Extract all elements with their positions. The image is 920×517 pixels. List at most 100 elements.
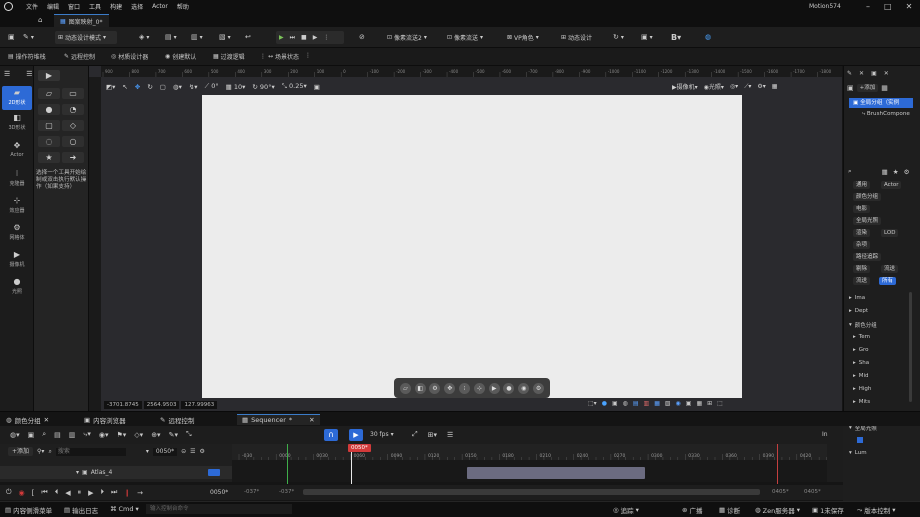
view-end-a[interactable]: 0405* <box>772 489 789 495</box>
tab-sequencer[interactable]: ▦ Sequencer * ✕ <box>237 414 320 425</box>
home-icon[interactable]: ⌂ <box>38 16 42 24</box>
prop-depth[interactable]: ▸ Dept <box>849 308 868 314</box>
realtime-icon[interactable]: ⟋▾ <box>744 83 751 91</box>
parallelogram-icon[interactable]: ▱ <box>38 88 60 99</box>
rail-cloner[interactable]: ⁝ 克隆器 <box>2 170 32 188</box>
tab-content-browser[interactable]: ▣ 内容浏览器 <box>84 414 126 425</box>
snap-icon[interactable]: ▦ <box>696 400 702 407</box>
play-options-icon[interactable]: ▶ <box>313 34 318 41</box>
eye-icon[interactable]: ◉▾ <box>99 431 109 439</box>
zen-server-button[interactable]: ◍ Zen服务器 ▾ <box>755 505 800 515</box>
cloner-tool-icon[interactable]: ⁝ <box>459 382 471 394</box>
actor-tool-icon[interactable]: ✥ <box>444 382 456 394</box>
pixel-stream-2-button[interactable]: ⊡ 像素流送2 ▾ <box>384 31 430 44</box>
power-icon[interactable]: ⏻ <box>6 488 12 497</box>
close-icon[interactable]: ✕ <box>884 70 889 77</box>
mode-select-icon[interactable]: ✎ ▾ <box>20 31 37 44</box>
lock-icon[interactable]: ▣ <box>686 400 692 407</box>
end-marker[interactable] <box>777 444 778 484</box>
motion-design-canvas[interactable] <box>202 95 742 398</box>
undo-icon[interactable]: ↩ <box>242 31 254 44</box>
rotation-snap-value[interactable]: ↻ 90°▾ <box>252 83 274 91</box>
light-tool-icon[interactable]: ● <box>503 382 515 394</box>
world-icon[interactable]: ◍▾ <box>10 431 20 439</box>
platforms-icon[interactable]: ▧ ▾ <box>216 31 234 44</box>
material-designer-button[interactable]: ◎ 材质设计器 <box>111 52 148 61</box>
output-log-button[interactable]: ▤ 输出日志 <box>64 505 98 515</box>
menu-edit[interactable]: 编辑 <box>47 2 59 11</box>
rail-mesh[interactable]: ⚙ 网格体 <box>2 224 32 242</box>
document-tab[interactable]: ▦ 图案映射_0* <box>54 14 109 27</box>
bold-b-icon[interactable]: B▾ <box>668 31 684 44</box>
prop-shadows[interactable]: ▸ Sha <box>853 360 869 366</box>
menu-icon[interactable]: ☰ <box>4 70 10 78</box>
prop-global[interactable]: ▸ Gro <box>853 347 869 353</box>
save-icon[interactable]: ▣ <box>28 431 35 439</box>
layout-grid-icon[interactable]: ▦ <box>772 83 778 90</box>
track-section[interactable] <box>467 467 645 479</box>
more-icon[interactable]: ⋮ <box>323 34 329 41</box>
render-icon[interactable]: ▤ <box>54 431 61 439</box>
grid-view-icon[interactable]: ▦ <box>882 168 888 176</box>
step-back-icon[interactable]: ◀ <box>65 489 70 497</box>
grid-toggle-icon[interactable]: ⊞ <box>707 400 712 407</box>
search-icon[interactable]: ⌕ <box>848 167 852 176</box>
palette-play-icon[interactable]: ▶ <box>38 70 60 81</box>
mode-dropdown[interactable]: ⊞ 动态设计模式 ▾ <box>55 31 117 44</box>
cinematics-icon[interactable]: ▥ ▾ <box>188 31 206 44</box>
menu-tools[interactable]: 工具 <box>89 2 101 11</box>
rail-3d-shapes[interactable]: ◧ 3D形状 <box>2 114 32 132</box>
menu-icon[interactable]: ☰ <box>190 448 195 455</box>
compile-icon[interactable]: ⊘ <box>356 31 368 44</box>
tag-streaming-b[interactable]: 流送 <box>853 277 871 285</box>
checkbox-checked-b[interactable] <box>857 437 863 443</box>
pie-icon[interactable]: ◔ <box>62 104 84 115</box>
rounded-rect-icon[interactable]: ▢ <box>38 120 60 131</box>
outliner-child-item[interactable]: ⤷ BrushCompone <box>862 111 910 118</box>
details-scrollbar[interactable] <box>909 292 912 402</box>
menu-select[interactable]: 选择 <box>131 2 143 11</box>
create-default-button[interactable]: ◉ 创建默认 <box>165 52 196 61</box>
transition-logic-button[interactable]: ▦ 过渡逻辑 <box>213 52 245 61</box>
timeline-vscroll[interactable] <box>827 444 843 482</box>
save-icon[interactable]: ▣ <box>5 31 18 44</box>
maximize-icon[interactable]: □ <box>884 2 892 11</box>
diamond-icon[interactable]: ◇▾ <box>134 431 143 439</box>
layer-icon[interactable]: ▣ <box>612 400 618 407</box>
camera-speed-icon[interactable]: ▣ <box>314 83 320 91</box>
menu-build[interactable]: 构建 <box>110 2 122 11</box>
rotate-icon[interactable]: ↻ <box>147 83 152 91</box>
add-component-button[interactable]: +添加 <box>856 84 879 92</box>
prop-color-group[interactable]: ▾ 颜色分组 <box>849 321 877 329</box>
view-start-a[interactable]: -037* <box>244 489 259 495</box>
play-icon[interactable]: ▶ <box>279 34 284 41</box>
pause-icon[interactable]: ⏸ <box>78 488 82 497</box>
broadcast-button[interactable]: ⊛ 广播 <box>682 505 702 515</box>
tag-culling[interactable]: 剔除 <box>853 265 871 273</box>
list-icon[interactable]: ☰ <box>26 70 32 78</box>
layout-icon[interactable]: ▣ ▾ <box>638 31 656 44</box>
lock-timeline-icon[interactable]: In <box>822 431 828 438</box>
tag-streaming-a[interactable]: 流送 <box>881 265 899 273</box>
start-marker[interactable] <box>287 444 288 484</box>
tag-render[interactable]: 渲染 <box>853 229 871 237</box>
filter-list-icon[interactable]: ▾ <box>146 448 149 455</box>
globe-icon[interactable]: ◍ <box>702 31 714 44</box>
viewport-menu-icon[interactable]: ◩▾ <box>106 83 115 91</box>
scene-state-button[interactable]: ⋮ ↔ 场景状态 <box>260 52 299 61</box>
unsaved-button[interactable]: ▣ 1未保存 <box>812 505 844 515</box>
actor-icon[interactable]: ▣ <box>871 70 877 77</box>
bracket-icon[interactable]: [ <box>32 489 35 497</box>
prop-midtones[interactable]: ▸ Mid <box>853 373 869 379</box>
view-start-b[interactable]: -037* <box>279 489 294 495</box>
loop-icon[interactable]: ⤢ <box>412 430 418 439</box>
play-icon[interactable]: ▶ <box>88 489 93 497</box>
fit-icon[interactable]: ⬚ <box>717 400 723 407</box>
select-icon[interactable]: ↖ <box>122 83 127 91</box>
gear-icon[interactable]: ⚙ <box>200 448 205 455</box>
tag-gi[interactable]: 全局光照 <box>853 217 882 225</box>
marker-icon[interactable]: ❙ <box>124 489 130 497</box>
add-track-button[interactable]: +添加 <box>8 447 34 456</box>
timeline-scrollbar[interactable] <box>303 489 760 495</box>
color-icon[interactable]: ● <box>602 400 607 407</box>
